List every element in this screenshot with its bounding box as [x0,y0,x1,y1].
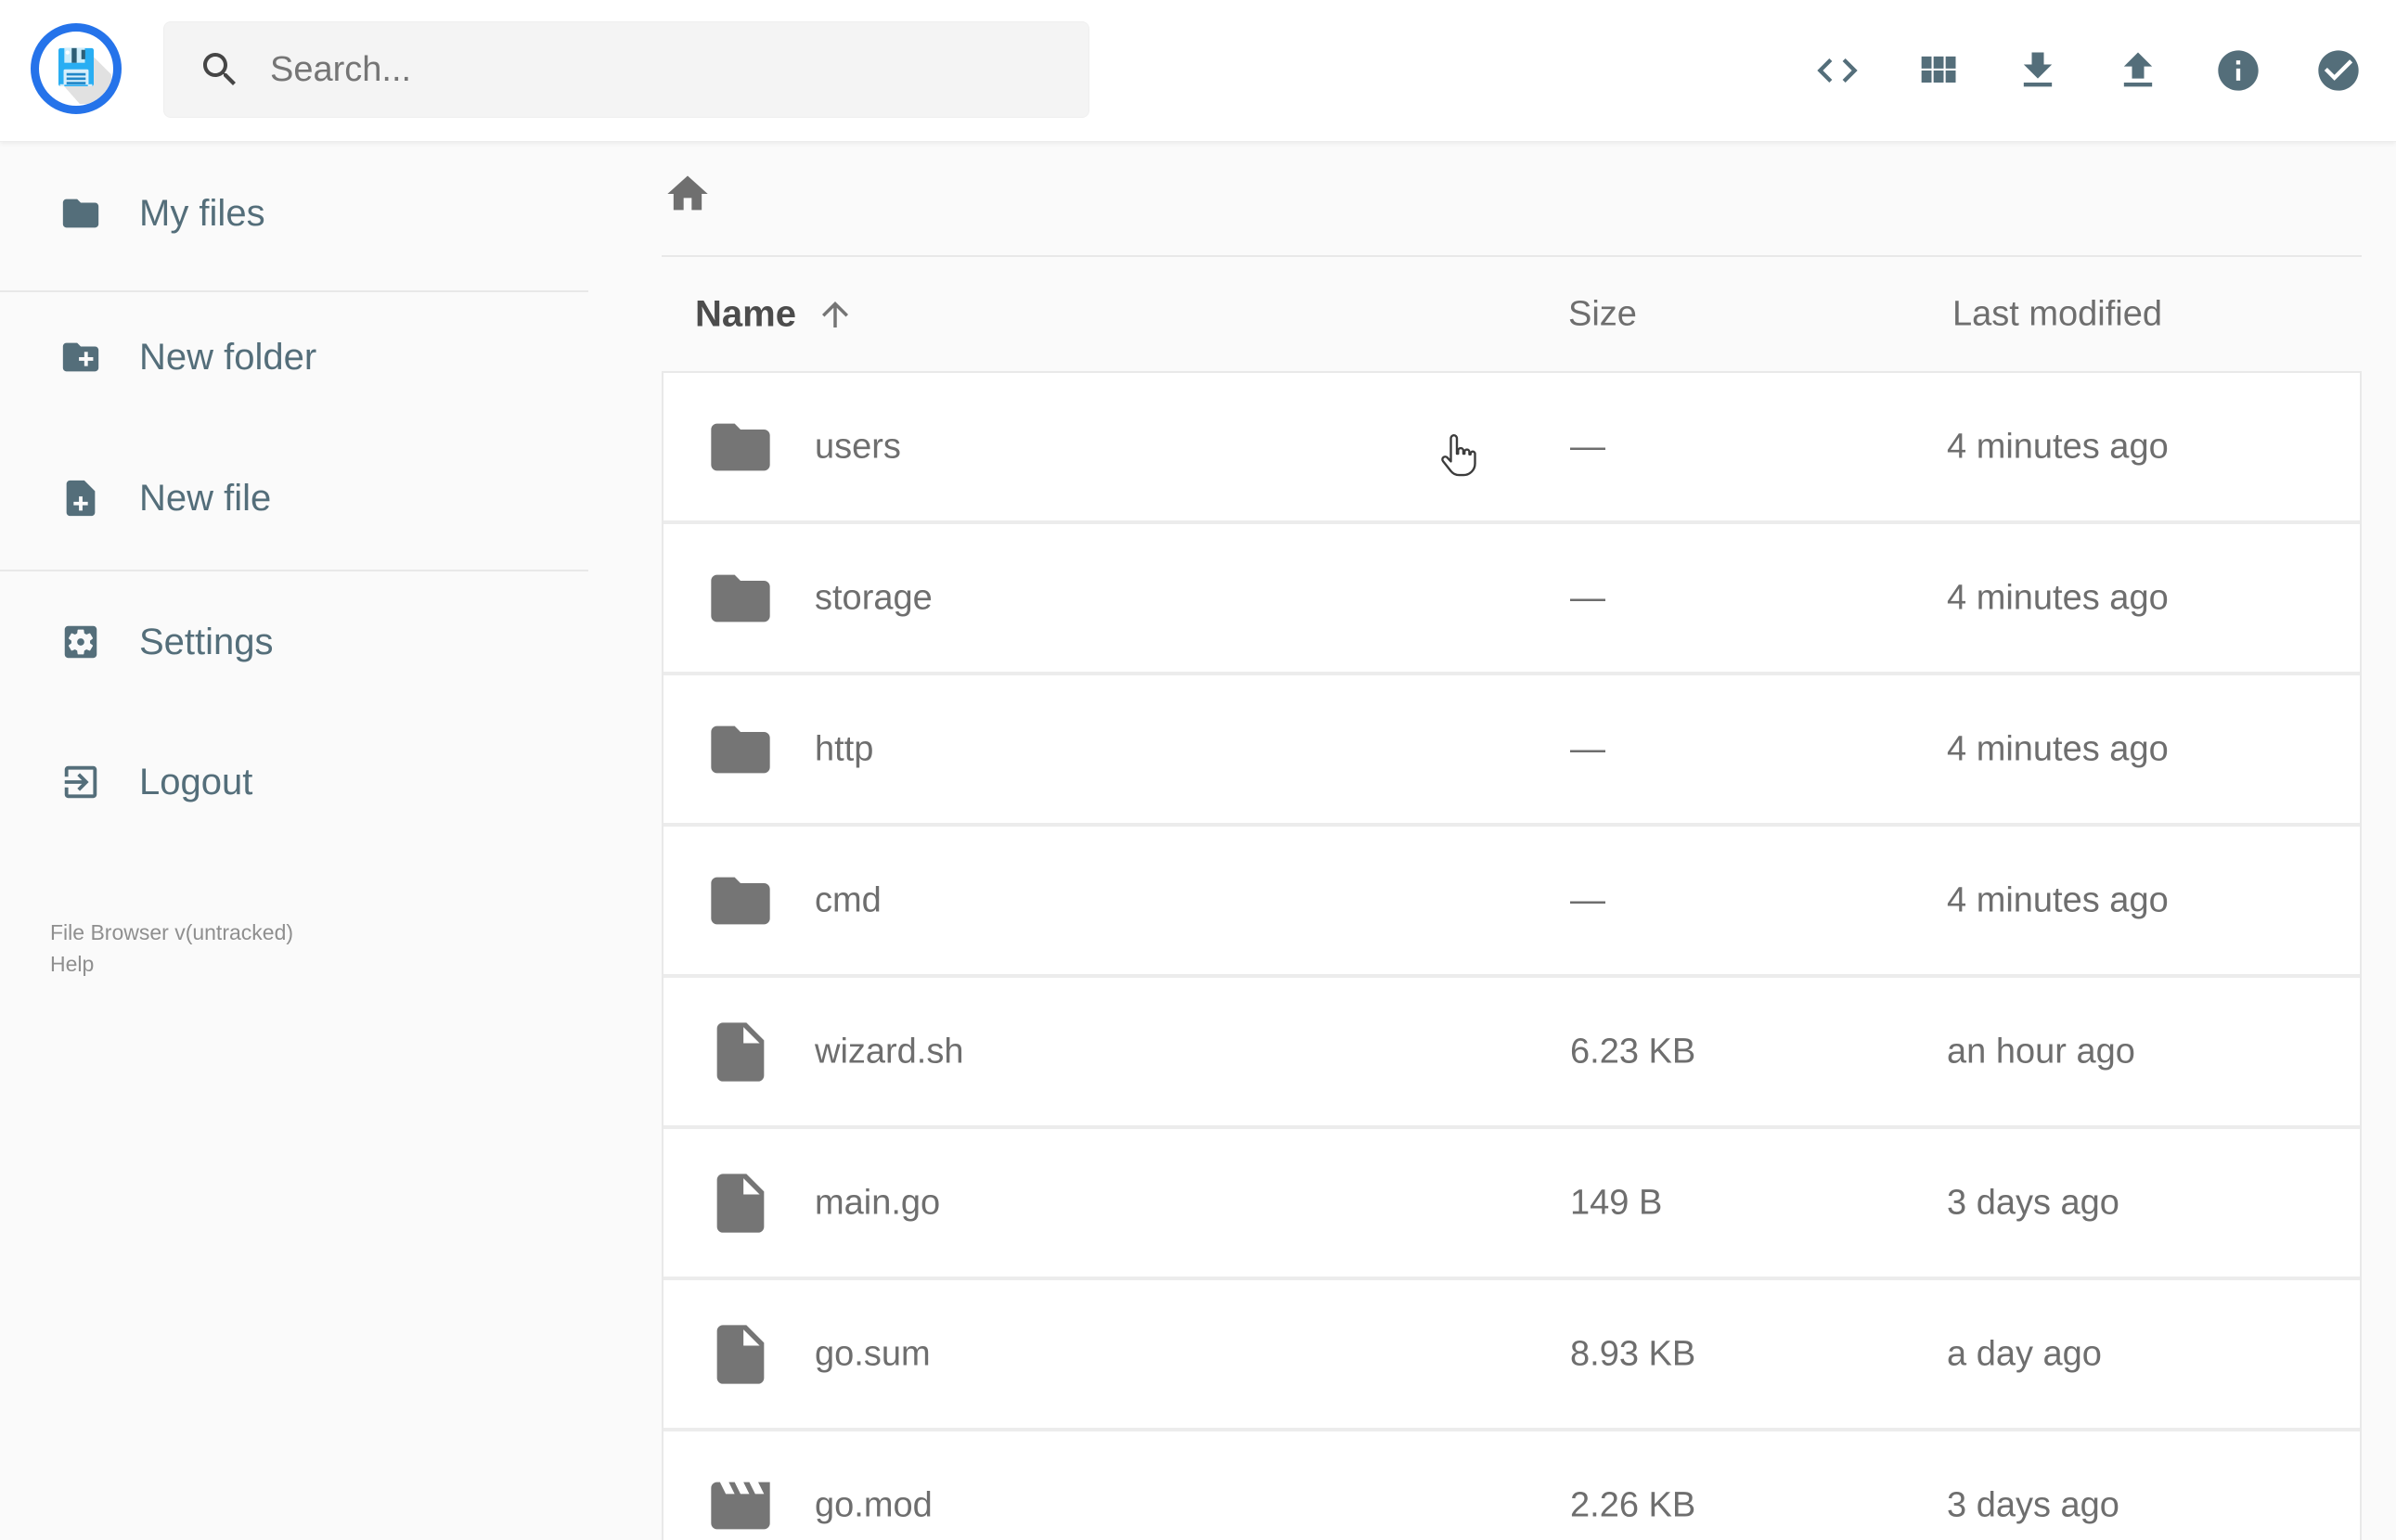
check-circle-icon [2318,50,2359,91]
file-name: go.sum [815,1334,931,1373]
floppy-disk-icon [58,47,111,104]
sidebar-item-label: Logout [139,761,253,802]
top-bar [0,0,2396,142]
settings-icon [64,625,97,659]
file-row-users[interactable]: users — 4 minutes ago [663,373,2360,520]
folder-icon [711,574,770,622]
file-row-main-go[interactable]: main.go 149 B 3 days ago [663,1125,2360,1277]
file-name: cmd [815,880,882,919]
column-header-modified[interactable]: Last modified [1952,294,2162,334]
select-multiple-button[interactable] [2314,46,2363,95]
file-modified: 4 minutes ago [1947,729,2169,768]
download-button[interactable] [2014,46,2062,95]
file-modified: 4 minutes ago [1947,578,2169,617]
file-modified: 3 days ago [1947,1485,2119,1524]
listing-header: Name Size Last modified [662,257,2362,371]
logout-icon [64,765,97,799]
movie-file-icon [711,1482,770,1529]
download-icon [2023,52,2053,87]
file-size: 8.93 KB [1570,1334,1696,1373]
new-folder-icon [62,342,99,372]
info-button[interactable] [2214,46,2262,95]
app-version-text: File Browser v(untracked) [50,920,294,944]
file-row-http[interactable]: http — 4 minutes ago [663,672,2360,823]
file-modified: 4 minutes ago [1947,880,2169,919]
file-name: main.go [815,1183,941,1222]
file-modified: a day ago [1947,1334,2102,1373]
file-row-go-sum[interactable]: go.sum 8.93 KB a day ago [663,1277,2360,1428]
file-list: users — 4 minutes ago storage — 4 minute… [662,371,2362,1540]
file-name: go.mod [815,1485,933,1524]
app-logo-button[interactable] [31,23,122,114]
file-icon [716,1173,765,1233]
grid-view-icon [1921,56,1956,83]
search-icon [203,53,236,85]
file-listing-area: Name Size Last modified users — 4 minute… [662,141,2362,1540]
file-modified: an hour ago [1947,1032,2135,1071]
column-header-name[interactable]: Name [695,293,796,335]
folder-icon [711,725,770,773]
file-size: — [1570,578,1605,617]
raw-view-button[interactable] [1813,46,1861,95]
sidebar: My files New folder New file Settings Lo… [0,141,588,976]
file-size: — [1570,729,1605,768]
folder-icon [711,877,770,924]
file-modified: 4 minutes ago [1947,427,2169,466]
code-icon [1817,58,1858,83]
file-row-go-mod[interactable]: go.mod 2.26 KB 3 days ago [663,1428,2360,1540]
search-bar[interactable] [163,21,1089,118]
sidebar-footer: File Browser v(untracked) Help [50,917,293,980]
file-row-storage[interactable]: storage — 4 minutes ago [663,520,2360,672]
sidebar-item-label: My files [139,192,265,234]
switch-view-button[interactable] [1913,46,1962,95]
file-size: — [1570,880,1605,919]
file-size: 6.23 KB [1570,1032,1696,1071]
sidebar-item-settings[interactable]: Settings [0,586,588,698]
file-name: wizard.sh [815,1032,964,1071]
file-icon [716,1021,765,1082]
folder-icon [711,423,770,470]
file-name: http [815,729,874,768]
folder-icon [62,199,99,228]
file-size: — [1570,427,1605,466]
file-size: 149 B [1570,1183,1663,1222]
sidebar-divider [0,290,588,292]
sidebar-item-my-files[interactable]: My files [0,158,588,269]
sidebar-divider [0,570,588,571]
file-row-cmd[interactable]: cmd — 4 minutes ago [663,823,2360,974]
sidebar-item-label: New file [139,477,272,519]
file-name: users [815,427,901,466]
column-header-size[interactable]: Size [1568,294,1637,334]
sidebar-item-new-file[interactable]: New file [0,443,588,554]
sidebar-item-label: New folder [139,336,317,378]
sort-ascending-icon[interactable] [816,295,855,334]
file-icon [716,1324,765,1384]
search-input[interactable] [268,48,1070,91]
upload-button[interactable] [2114,46,2162,95]
file-modified: 3 days ago [1947,1183,2119,1222]
file-size: 2.26 KB [1570,1485,1696,1524]
upload-icon [2123,52,2153,87]
new-file-icon [66,480,96,517]
breadcrumb [662,141,2362,255]
file-name: storage [815,578,933,617]
sidebar-item-label: Settings [139,621,274,662]
info-icon [2218,50,2259,91]
file-row-wizard-sh[interactable]: wizard.sh 6.23 KB an hour ago [663,974,2360,1125]
filebrowser-app: My files New folder New file Settings Lo… [0,0,2396,1540]
sidebar-item-logout[interactable]: Logout [0,726,588,838]
help-link[interactable]: Help [50,948,293,980]
sidebar-item-new-folder[interactable]: New folder [0,302,588,413]
toolbar-actions [1813,0,2363,141]
home-icon[interactable] [663,170,712,218]
